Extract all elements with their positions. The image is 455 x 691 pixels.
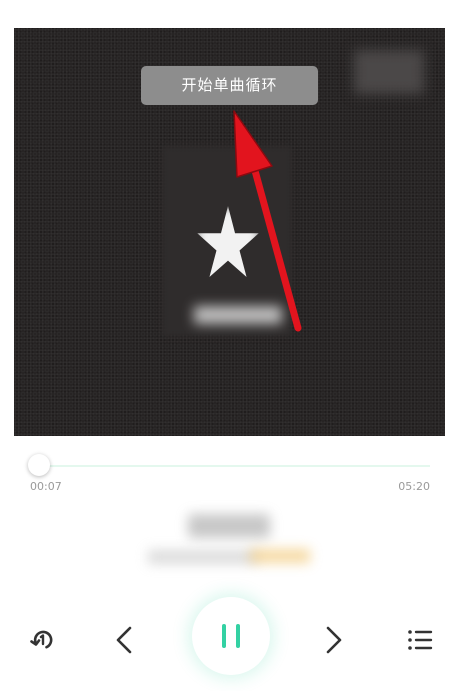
- album-art-blurred-text: [194, 306, 282, 324]
- pause-icon: [222, 624, 240, 648]
- song-tag-blurred: [250, 549, 310, 563]
- playlist-icon: [408, 630, 433, 650]
- play-mode-button[interactable]: [22, 620, 62, 660]
- music-player-screen: 开始单曲循环 00:07 05:20: [0, 0, 455, 691]
- progress-bar[interactable]: [27, 454, 430, 476]
- total-duration: 05:20: [398, 480, 430, 493]
- pause-button[interactable]: [192, 597, 270, 675]
- previous-track-button[interactable]: [104, 618, 144, 662]
- single-repeat-icon: [30, 630, 53, 649]
- album-art-blurred-tag: [354, 50, 424, 94]
- chevron-left-icon: [116, 626, 132, 654]
- chevron-right-icon: [326, 626, 342, 654]
- playlist-button[interactable]: [400, 620, 440, 660]
- progress-thumb[interactable]: [27, 454, 50, 476]
- song-artist-blurred: [148, 550, 258, 564]
- current-time: 00:07: [30, 480, 62, 493]
- toast-message: 开始单曲循环: [141, 66, 318, 105]
- song-title-blurred: [188, 514, 270, 538]
- next-track-button[interactable]: [314, 618, 354, 662]
